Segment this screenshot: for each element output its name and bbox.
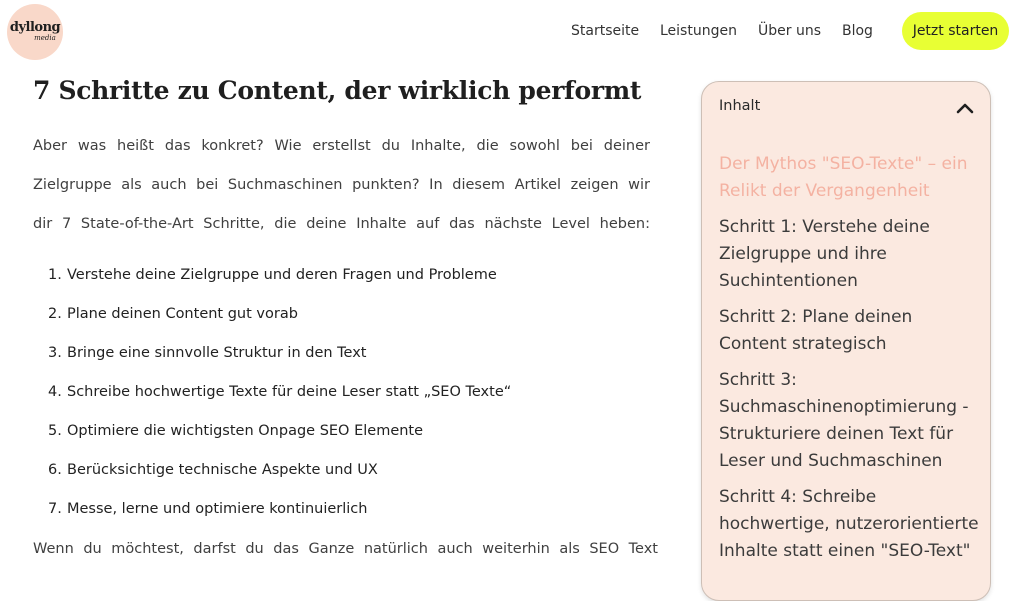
nav-startseite[interactable]: Startseite [571, 22, 639, 40]
toc-item-schritt-3[interactable]: Schritt 3: Suchmaschinenoptimierung - St… [719, 367, 981, 475]
step-text: Schreibe hochwertige Texte für deine Les… [67, 384, 512, 400]
toc-item-schritt-2[interactable]: Schritt 2: Plane deinen Content strategi… [719, 304, 981, 358]
step-number: 1. [48, 267, 62, 283]
step-text: Plane deinen Content gut vorab [67, 306, 298, 322]
step-number: 3. [48, 345, 62, 361]
intro-line-3: dir 7 State-of-the-Art Schritte, die dei… [33, 216, 650, 232]
step-number: 6. [48, 462, 62, 478]
nav-ueber-uns[interactable]: Über uns [758, 22, 821, 40]
nav-blog[interactable]: Blog [842, 22, 873, 40]
logo-text: dyllong [9, 20, 61, 35]
logo-subtext: media [34, 34, 56, 42]
step-text: Bringe eine sinnvolle Struktur in den Te… [67, 345, 367, 361]
step-item-7: 7. Messe, lerne und optimiere kontinuierl… [48, 499, 367, 519]
step-number: 4. [48, 384, 62, 400]
toc-item-mythos[interactable]: Der Mythos "SEO-Texte" – ein Relikt der … [719, 151, 981, 205]
step-text: Messe, lerne und optimiere kontinuierlic… [67, 501, 368, 517]
table-of-contents: Inhalt Der Mythos "SEO-Texte" – ein Reli… [701, 81, 991, 601]
chevron-up-icon[interactable] [956, 102, 974, 114]
step-item-1: 1. Verstehe deine Zielgruppe und deren Fr… [48, 265, 497, 285]
step-item-3: 3. Bringe eine sinnvolle Struktur in den … [48, 343, 367, 363]
step-number: 5. [48, 423, 62, 439]
toc-item-schritt-4[interactable]: Schritt 4: Schreibe hochwertige, nutzero… [719, 484, 981, 565]
logo[interactable]: dyllong media [7, 4, 63, 60]
step-item-5: 5. Optimiere die wichtigsten Onpage SEO E… [48, 421, 423, 441]
step-item-6: 6. Berücksichtige technische Aspekte und … [48, 460, 378, 480]
step-item-4: 4. Schreibe hochwertige Texte für deine L… [48, 382, 511, 402]
intro-line-1: Aber was heißt das konkret? Wie erstells… [33, 138, 650, 154]
step-item-2: 2. Plane deinen Content gut vorab [48, 304, 298, 324]
step-text: Berücksichtige technische Aspekte und UX [67, 462, 378, 478]
step-text: Verstehe deine Zielgruppe und deren Frag… [67, 267, 497, 283]
toc-heading[interactable]: Inhalt [719, 98, 760, 114]
intro-line-2: Zielgruppe als auch bei Suchmaschinen pu… [33, 177, 650, 193]
jetzt-starten-button[interactable]: Jetzt starten [902, 12, 1009, 50]
toc-item-schritt-1[interactable]: Schritt 1: Verstehe deine Zielgruppe und… [719, 214, 981, 295]
step-text: Optimiere die wichtigsten Onpage SEO Ele… [67, 423, 424, 439]
step-number: 7. [48, 501, 62, 517]
nav-leistungen[interactable]: Leistungen [660, 22, 737, 40]
step-number: 2. [48, 306, 62, 322]
outro-line: Wenn du möchtest, darfst du das Ganze na… [33, 541, 658, 557]
article-title: 7 Schritte zu Content, der wirklich perf… [33, 76, 642, 105]
